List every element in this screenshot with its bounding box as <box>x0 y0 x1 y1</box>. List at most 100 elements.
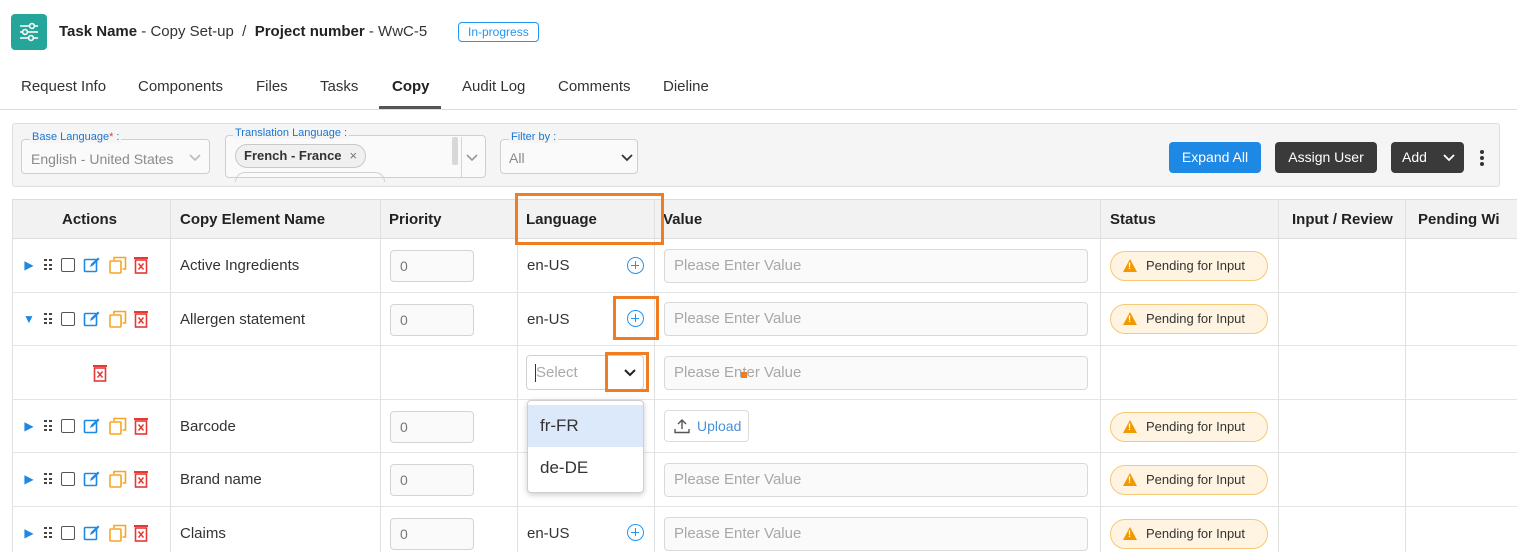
upload-button[interactable]: Upload <box>664 410 749 442</box>
edit-icon[interactable] <box>83 417 101 435</box>
edit-icon[interactable] <box>83 310 101 328</box>
add-button[interactable]: Add <box>1391 142 1464 173</box>
status-text: Pending for Input <box>1146 526 1246 541</box>
collapse-row-icon[interactable]: ▼ <box>22 312 36 326</box>
row-checkbox[interactable] <box>61 526 75 540</box>
chevron-down-icon <box>1443 154 1455 162</box>
tab-audit-log[interactable]: Audit Log <box>462 78 525 95</box>
add-language-icon[interactable] <box>627 524 644 541</box>
priority-input[interactable]: 0 <box>390 411 474 443</box>
delete-icon[interactable] <box>91 364 109 382</box>
delete-icon[interactable] <box>132 310 150 328</box>
edit-icon[interactable] <box>83 524 101 542</box>
expand-row-icon[interactable]: ▶ <box>22 419 36 433</box>
language-value: en-US <box>527 257 570 274</box>
dropdown-option-de-de[interactable]: de-DE <box>528 447 643 489</box>
translation-scrollbar[interactable] <box>452 137 458 165</box>
drag-handle-icon[interactable] <box>44 473 52 485</box>
expand-row-icon[interactable]: ▶ <box>22 258 36 272</box>
language-dropdown-menu: fr-FR de-DE <box>527 400 644 493</box>
filter-by-value: All <box>509 150 525 166</box>
expand-row-icon[interactable]: ▶ <box>22 526 36 540</box>
drag-handle-icon[interactable] <box>44 259 52 271</box>
add-language-icon[interactable] <box>627 257 644 274</box>
drag-handle-icon[interactable] <box>44 527 52 539</box>
assign-user-button[interactable]: Assign User <box>1275 142 1377 173</box>
value-input[interactable]: Please Enter Value <box>664 463 1088 497</box>
tab-request-info[interactable]: Request Info <box>21 78 106 95</box>
page-title: Task Name - Copy Set-up / Project number… <box>59 23 427 40</box>
copy-icon[interactable] <box>109 256 127 274</box>
copy-icon[interactable] <box>109 417 127 435</box>
row-actions: ▶ <box>22 417 150 435</box>
delete-icon[interactable] <box>132 524 150 542</box>
copy-icon[interactable] <box>109 524 127 542</box>
row-divider <box>12 452 1517 453</box>
edit-icon[interactable] <box>83 256 101 274</box>
column-header-copy-element-name[interactable]: Copy Element Name <box>180 211 325 228</box>
column-header-pending-with[interactable]: Pending Wi <box>1418 211 1500 228</box>
more-options-icon[interactable] <box>1478 148 1486 168</box>
copy-icon[interactable] <box>109 470 127 488</box>
column-divider <box>1405 199 1406 552</box>
chip-label: French - France <box>244 148 342 163</box>
column-header-input-review[interactable]: Input / Review <box>1292 211 1393 228</box>
tab-comments[interactable]: Comments <box>558 78 631 95</box>
column-header-priority[interactable]: Priority <box>389 211 442 228</box>
language-value: en-US <box>527 311 570 328</box>
copy-element-name: Brand name <box>180 471 262 488</box>
edit-icon[interactable] <box>83 470 101 488</box>
column-divider <box>170 199 171 552</box>
value-input[interactable]: Please Enter Value <box>664 517 1088 551</box>
dropdown-option-fr-fr[interactable]: fr-FR <box>528 405 643 447</box>
tab-bar: Request Info Components Files Tasks Copy… <box>0 64 1517 110</box>
delete-icon[interactable] <box>132 470 150 488</box>
drag-handle-icon[interactable] <box>44 420 52 432</box>
language-value: en-US <box>527 525 570 542</box>
priority-input[interactable]: 0 <box>390 304 474 336</box>
tab-components[interactable]: Components <box>138 78 223 95</box>
row-divider <box>12 345 1517 346</box>
row-checkbox[interactable] <box>61 472 75 486</box>
row-checkbox[interactable] <box>61 419 75 433</box>
tab-copy[interactable]: Copy <box>392 78 430 95</box>
priority-input[interactable]: 0 <box>390 250 474 282</box>
copy-element-name: Active Ingredients <box>180 257 300 274</box>
base-language-label: Base Language* : <box>30 131 122 143</box>
tab-dieline[interactable]: Dieline <box>663 78 709 95</box>
column-divider <box>1278 199 1279 552</box>
task-value: - Copy Set-up <box>141 23 234 40</box>
filter-by-label: Filter by : <box>509 131 559 143</box>
row-checkbox[interactable] <box>61 312 75 326</box>
value-input[interactable]: Please Enter Value <box>664 249 1088 283</box>
sliders-icon[interactable] <box>11 14 47 50</box>
copy-icon[interactable] <box>109 310 127 328</box>
annotation-highlight-select-chevron <box>605 352 649 392</box>
row-checkbox[interactable] <box>61 258 75 272</box>
tab-files[interactable]: Files <box>256 78 288 95</box>
warning-icon <box>1123 473 1137 486</box>
column-header-status[interactable]: Status <box>1110 211 1156 228</box>
column-divider <box>12 199 13 552</box>
column-header-value[interactable]: Value <box>663 211 702 228</box>
drag-handle-icon[interactable] <box>44 313 52 325</box>
language-chip-french[interactable]: French - France × <box>235 144 367 168</box>
expand-all-button[interactable]: Expand All <box>1169 142 1261 173</box>
page-header: Task Name - Copy Set-up / Project number… <box>0 0 1517 64</box>
value-input[interactable]: Please Enter Value <box>664 356 1088 390</box>
chip-remove-icon[interactable]: × <box>350 148 358 163</box>
chevron-down-icon[interactable] <box>465 152 479 162</box>
language-chip-partial <box>235 172 385 182</box>
delete-icon[interactable] <box>132 417 150 435</box>
delete-icon[interactable] <box>132 256 150 274</box>
column-divider <box>380 199 381 552</box>
expand-row-icon[interactable]: ▶ <box>22 472 36 486</box>
warning-icon <box>1123 312 1137 325</box>
copy-element-name: Barcode <box>180 418 236 435</box>
row-actions: ▼ <box>22 310 150 328</box>
priority-input[interactable]: 0 <box>390 518 474 550</box>
value-input[interactable]: Please Enter Value <box>664 302 1088 336</box>
tab-tasks[interactable]: Tasks <box>320 78 358 95</box>
row-divider <box>12 399 1517 400</box>
priority-input[interactable]: 0 <box>390 464 474 496</box>
